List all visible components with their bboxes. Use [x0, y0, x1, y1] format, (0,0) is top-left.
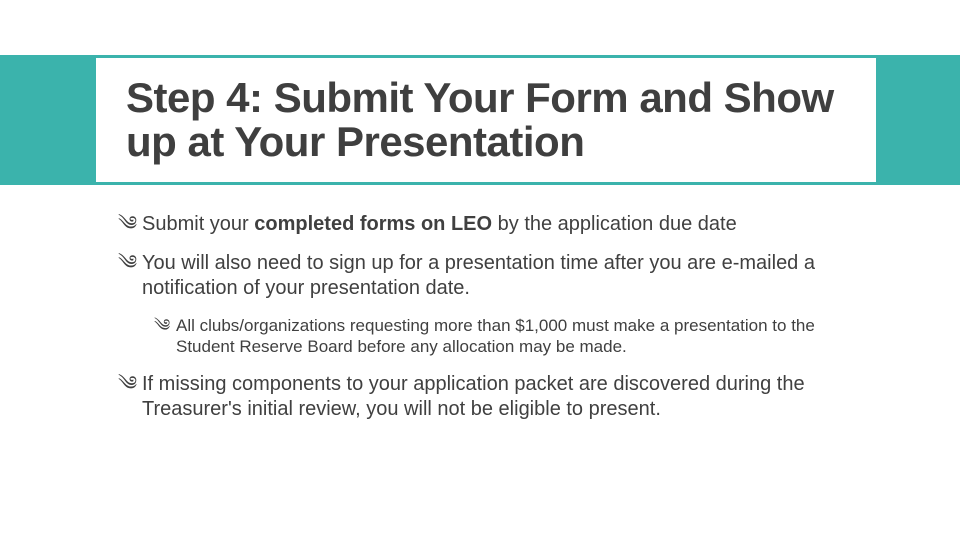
bullet-sub-item: ༄ All clubs/organizations requesting mor…: [154, 315, 858, 358]
bullet-text: All clubs/organizations requesting more …: [176, 315, 858, 358]
bullet-item: ༄ If missing components to your applicat…: [118, 372, 858, 422]
bullet-text: Submit your completed forms on LEO by th…: [142, 212, 737, 237]
bullet-item: ༄ Submit your completed forms on LEO by …: [118, 212, 858, 237]
text-pre: You will also need to sign up for a pres…: [142, 252, 815, 299]
bullet-glyph-icon: ༄: [118, 372, 142, 422]
bullet-glyph-icon: ༄: [118, 212, 142, 237]
slide-title: Step 4: Submit Your Form and Show up at …: [126, 76, 876, 164]
text-post: by the application due date: [492, 213, 737, 235]
text-pre: All clubs/organizations requesting more …: [176, 316, 815, 356]
title-box: Step 4: Submit Your Form and Show up at …: [96, 58, 876, 182]
text-bold: completed forms on LEO: [254, 213, 492, 235]
bullet-text: You will also need to sign up for a pres…: [142, 251, 858, 301]
bullet-glyph-icon: ༄: [154, 315, 176, 358]
bullet-text: If missing components to your applicatio…: [142, 372, 858, 422]
slide: Step 4: Submit Your Form and Show up at …: [0, 0, 960, 540]
bullet-item: ༄ You will also need to sign up for a pr…: [118, 251, 858, 301]
text-pre: Submit your: [142, 213, 254, 235]
text-pre: If missing components to your applicatio…: [142, 373, 805, 420]
bullet-glyph-icon: ༄: [118, 251, 142, 301]
body-area: ༄ Submit your completed forms on LEO by …: [118, 212, 858, 436]
